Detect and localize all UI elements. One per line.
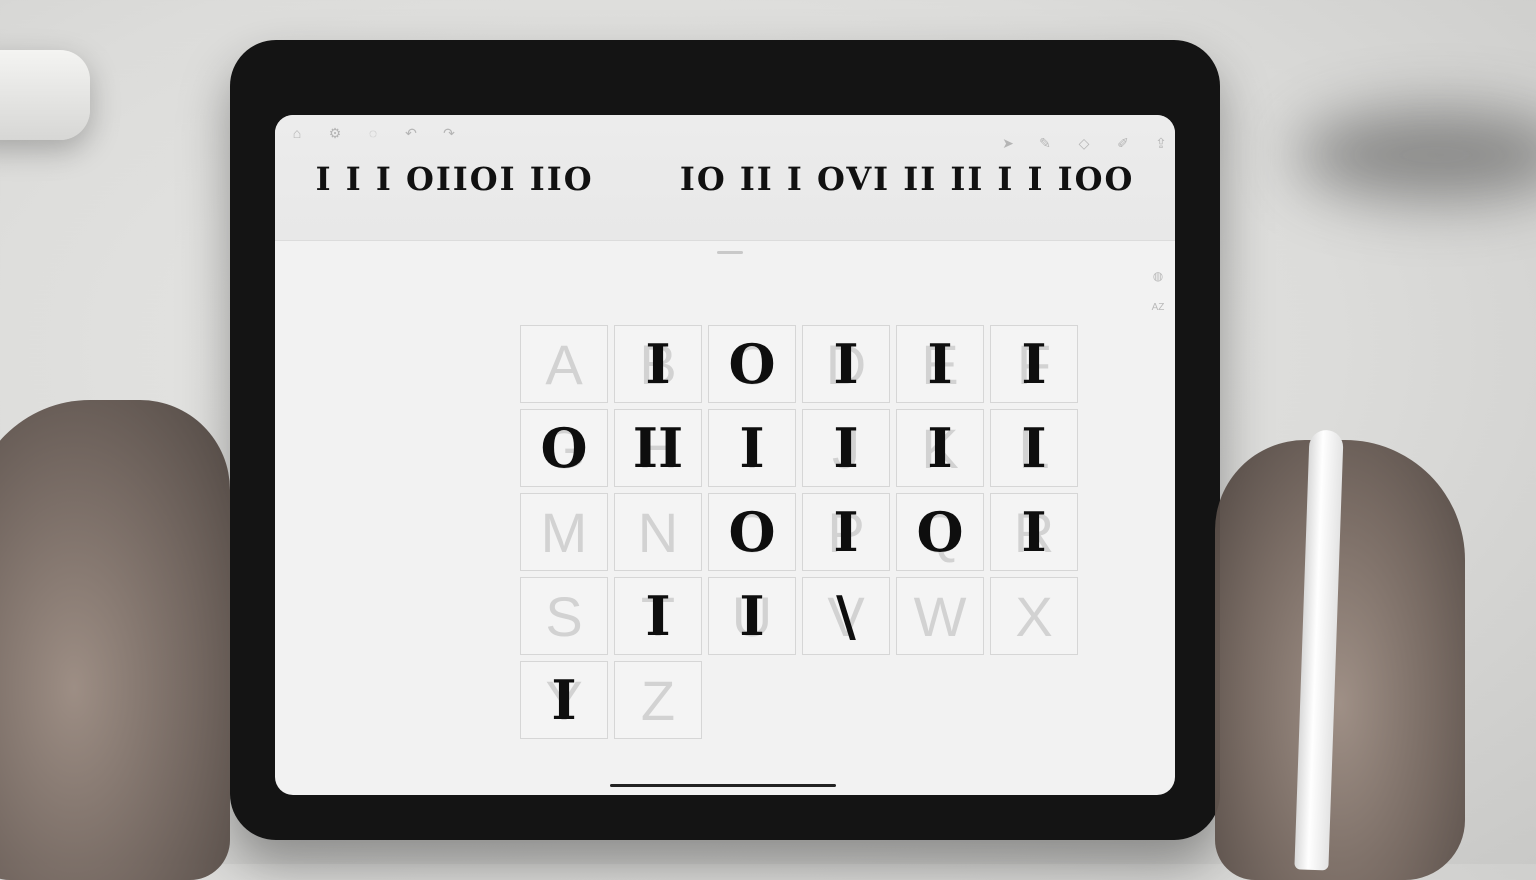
glyph-cell-drawing: I [739,416,765,480]
select-arrow-icon[interactable]: ➤ [1000,135,1016,151]
glyph-cell-letter: M [540,500,588,564]
glyph-cell-drawing: I [1021,416,1047,480]
glyph-cell-b[interactable]: BI [614,325,702,403]
glyph-cell-drawing: I [833,500,859,564]
glyph-cell-i[interactable]: II [708,409,796,487]
home-indicator[interactable] [610,784,836,787]
preview-text-part-1: I I I OIIOI IIO [315,160,594,198]
glyph-cell-drawing: I [833,332,859,396]
glyph-cell-r[interactable]: RI [990,493,1078,571]
glyph-cell-drawing: II [632,416,684,480]
left-hand [0,400,230,880]
glyph-cell-drawing: I [1021,500,1047,564]
glyph-cell-e[interactable]: EI [896,325,984,403]
glyph-cell-drawing: O [540,416,588,480]
glyph-cell-t[interactable]: TI [614,577,702,655]
coffee-mug [0,50,90,140]
globe-icon[interactable]: ◍ [1147,265,1169,287]
glyph-cell-letter: W [913,584,967,648]
glyph-cell-d[interactable]: DI [802,325,890,403]
glyph-cell-letter: Z [640,668,676,732]
home-icon[interactable]: ⌂ [289,125,305,141]
ipad-device: ⌂ ⚙ ◌ ↶ ↷ ➤ ✎ ◇ ✐ ⇪ I I I OIIOI IIO IO I… [230,40,1220,840]
sheet-handle[interactable] [717,251,743,254]
glyph-cell-drawing: O [728,332,776,396]
top-toolbar: ⌂ ⚙ ◌ ↶ ↷ ➤ ✎ ◇ ✐ ⇪ I I I OIIOI IIO IO I… [275,115,1175,241]
glyph-cell-x[interactable]: X [990,577,1078,655]
glyph-cell-drawing: I [739,584,765,648]
glyph-cell-y[interactable]: YI [520,661,608,739]
glyph-cell-v[interactable]: V \ [802,577,890,655]
glyph-cell-letter: X [1015,584,1053,648]
glyph-cell-k[interactable]: KI [896,409,984,487]
glyph-cell-w[interactable]: W [896,577,984,655]
glyph-cell-a[interactable]: A [520,325,608,403]
undo-icon[interactable]: ↶ [403,125,419,141]
glyph-cell-j[interactable]: JI [802,409,890,487]
glyph-cell-drawing: I [833,416,859,480]
glyph-cell-drawing: O [728,500,776,564]
glyph-cell-s[interactable]: S [520,577,608,655]
glyph-cell-drawing: I [927,416,953,480]
glyph-cell-h[interactable]: H II [614,409,702,487]
glyph-cell-drawing: I [645,332,671,396]
font-editor-screen: ⌂ ⚙ ◌ ↶ ↷ ➤ ✎ ◇ ✐ ⇪ I I I OIIOI IIO IO I… [275,115,1175,795]
glyph-cell-z[interactable]: Z [614,661,702,739]
glyph-grid: A B I C O D I E I F I G O H II I I J I K I L I M N O O P I Q O R I S T I U I V… [520,325,1080,739]
glyph-cell-n[interactable]: N [614,493,702,571]
settings-icon[interactable]: ⚙ [327,125,343,141]
glyph-cell-drawing: I [551,668,577,732]
edit-icon[interactable]: ✐ [1115,135,1131,151]
preview-text-part-2: IO II I OVI II II I I IOO [679,160,1135,198]
preview-text-line: I I I OIIOI IIO IO II I OVI II II I I IO… [275,160,1175,198]
glyph-cell-u[interactable]: UI [708,577,796,655]
background-shadow [1296,110,1536,200]
glyph-cell-o[interactable]: OO [708,493,796,571]
glyph-cell-letter: N [637,500,679,564]
glyph-cell-drawing: I [927,332,953,396]
glyph-cell-letter: A [545,332,583,396]
share-icon[interactable]: ⇪ [1153,135,1169,151]
redo-icon[interactable]: ↷ [441,125,457,141]
glyph-cell-drawing: I [645,584,671,648]
glyph-cell-drawing: O [916,500,964,564]
eraser-icon[interactable]: ◇ [1076,135,1092,151]
glyph-cell-p[interactable]: PI [802,493,890,571]
glyph-cell-l[interactable]: LI [990,409,1078,487]
glyph-cell-c[interactable]: CO [708,325,796,403]
glyph-cell-f[interactable]: FI [990,325,1078,403]
comment-icon[interactable]: ◌ [365,125,381,141]
glyph-cell-m[interactable]: M [520,493,608,571]
glyph-cell-drawing: I [1021,332,1047,396]
glyph-cell-drawing: \ [836,584,856,648]
glyph-cell-g[interactable]: GO [520,409,608,487]
az-toggle[interactable]: AZ [1147,297,1169,319]
glyph-cell-letter: S [545,584,583,648]
pen-icon[interactable]: ✎ [1037,135,1053,151]
glyph-cell-q[interactable]: QO [896,493,984,571]
